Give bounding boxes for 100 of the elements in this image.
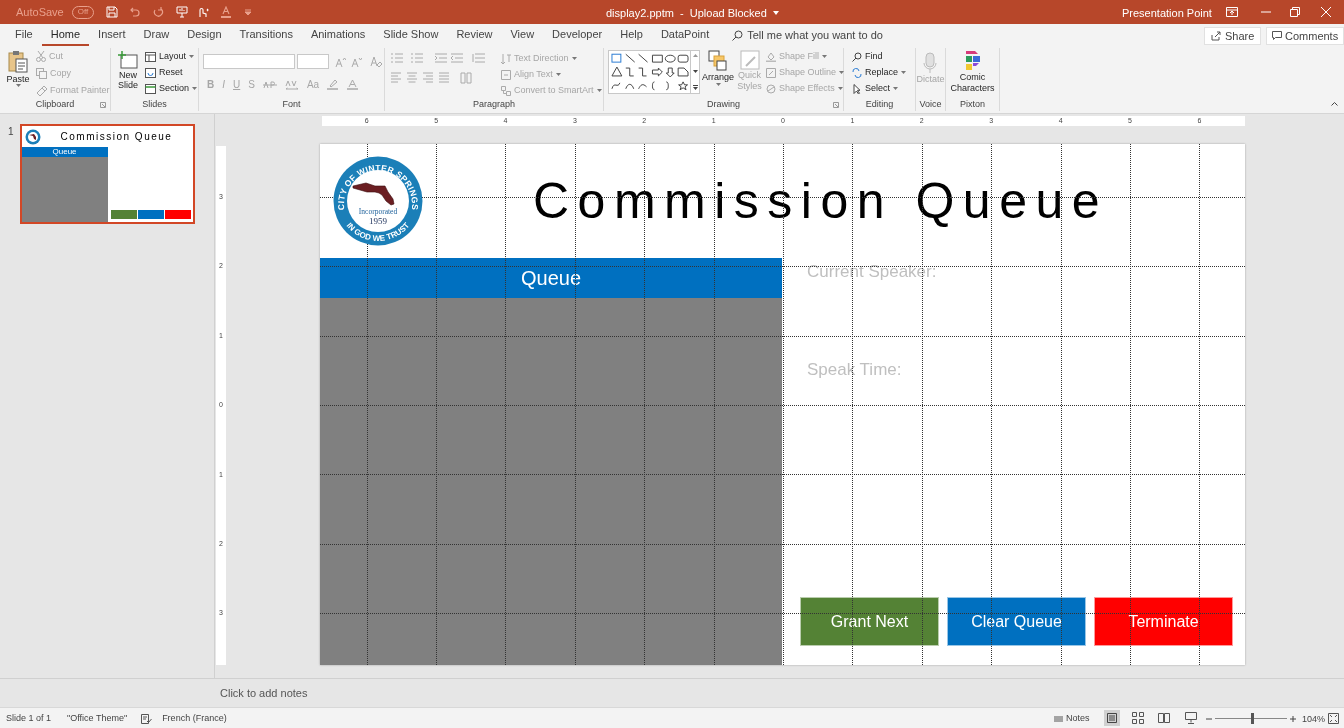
collapse-ribbon-icon[interactable] (1331, 101, 1338, 106)
ribbon-tab[interactable]: Developer (543, 24, 612, 46)
slide-count: Slide 1 of 1 (6, 711, 52, 725)
scissors-icon (36, 51, 46, 62)
quick-styles-icon (739, 50, 760, 70)
undo-icon[interactable] (128, 6, 141, 18)
comments-button[interactable]: Comments (1266, 27, 1344, 45)
customize-icon[interactable] (244, 8, 253, 16)
notes-placeholder[interactable]: Click to add notes (220, 684, 308, 702)
section-button[interactable]: Section (145, 82, 198, 95)
brush-icon (36, 85, 47, 96)
decrease-font-icon[interactable] (351, 56, 362, 67)
font-name-field[interactable] (203, 54, 295, 69)
slide-number: 1 (8, 125, 14, 139)
normal-view-icon[interactable] (1104, 710, 1120, 726)
reset-button[interactable]: Reset (145, 66, 198, 79)
strikethrough-icon[interactable] (262, 79, 277, 90)
restore-icon[interactable] (1290, 7, 1300, 17)
search-icon (852, 51, 862, 62)
slide-sorter-icon[interactable] (1132, 712, 1144, 724)
tell-me-field[interactable]: Tell me what you want to do (732, 26, 908, 44)
slide-action-button[interactable]: Grant Next (800, 597, 939, 646)
ribbon-tab[interactable]: View (501, 24, 544, 46)
layout-button[interactable]: Layout (145, 50, 198, 63)
slide-action-button[interactable]: Clear Queue (947, 597, 1086, 646)
find-button[interactable]: Find (852, 50, 915, 63)
ribbon-tab[interactable]: DataPoint (651, 24, 719, 46)
comic-characters-button[interactable]: Comic Characters (947, 50, 998, 99)
group-label: Editing (865, 98, 894, 112)
font-size-field[interactable] (297, 54, 329, 69)
autosave-label: AutoSave (16, 4, 64, 20)
dialog-launcher-icon[interactable] (100, 102, 106, 108)
zoom-out-icon[interactable] (1206, 716, 1212, 722)
presenter-icon[interactable] (176, 6, 189, 18)
redo-icon[interactable] (152, 6, 165, 18)
replace-button[interactable]: Replace (852, 66, 915, 79)
slide-thumbnail[interactable]: Commission Queue Queue (19, 124, 195, 224)
save-icon[interactable] (106, 6, 119, 18)
zoom-slider[interactable] (1215, 713, 1287, 724)
shapes-gallery[interactable] (608, 50, 700, 94)
arrange-button[interactable]: Arrange (703, 50, 733, 99)
ribbon-tab[interactable]: Transitions (230, 24, 302, 46)
effects-icon (766, 83, 776, 94)
thumbnail-header: Queue (21, 147, 108, 157)
search-icon (732, 29, 744, 41)
comment-icon (1272, 31, 1282, 41)
document-title[interactable]: display2.pptm - Upload Blocked (606, 5, 779, 22)
thumbnail-button (110, 210, 137, 219)
caret-icon (555, 73, 561, 76)
select-button[interactable]: Select (852, 82, 915, 95)
ribbon-tab[interactable]: Help (611, 24, 652, 46)
new-slide-button[interactable]: New Slide (115, 50, 141, 99)
caret-icon (839, 71, 845, 74)
more-icon[interactable] (692, 85, 698, 90)
reading-view-icon[interactable] (1158, 712, 1170, 724)
notes-icon (1054, 714, 1063, 724)
ribbon-tab[interactable]: Insert (89, 24, 135, 46)
user-name[interactable]: Presentation Point (1122, 5, 1212, 22)
replace-icon (852, 67, 862, 78)
slideshow-icon[interactable] (1185, 712, 1197, 724)
reset-icon (145, 67, 156, 78)
language[interactable]: French (France) (162, 711, 227, 726)
increase-font-icon[interactable] (335, 56, 346, 67)
ribbon-tab[interactable]: Animations (301, 24, 375, 46)
dialog-launcher-icon[interactable] (833, 102, 839, 108)
paint-bucket-icon (766, 51, 776, 62)
group-label: Voice (919, 98, 942, 112)
highlighter-icon[interactable] (327, 79, 340, 90)
caret-icon (192, 87, 198, 90)
slide-action-button[interactable]: Terminate (1094, 597, 1233, 646)
current-speaker-label: Current Speaker: (807, 261, 938, 283)
share-icon (1211, 31, 1221, 41)
copy-icon (36, 68, 47, 79)
clear-formatting-icon[interactable] (370, 56, 382, 67)
section-icon (145, 83, 156, 94)
ribbon-tab[interactable]: Draw (134, 24, 179, 46)
new-slide-icon (117, 50, 139, 70)
notes-button[interactable]: Notes (1054, 712, 1090, 726)
share-button[interactable]: Share (1204, 27, 1262, 45)
scroll-down-icon[interactable] (692, 69, 698, 73)
spelling-icon[interactable] (141, 713, 153, 724)
theme-name: "Office Theme" (67, 711, 128, 725)
ribbon-tab[interactable]: Design (178, 24, 231, 46)
close-icon[interactable] (1321, 7, 1331, 17)
zoom-slider-thumb[interactable] (1250, 713, 1254, 724)
ribbon-display-icon[interactable] (1226, 7, 1238, 17)
align-text-icon (501, 69, 511, 80)
zoom-in-icon[interactable] (1290, 716, 1296, 722)
touch-icon[interactable] (196, 6, 211, 18)
ribbon-tab[interactable]: File (6, 24, 42, 46)
scroll-up-icon[interactable] (692, 54, 698, 57)
character-spacing-icon[interactable] (284, 79, 299, 90)
font-color-icon[interactable] (347, 79, 360, 90)
ribbon-tab[interactable]: Slide Show (374, 24, 448, 46)
zoom-percent[interactable]: 104% (1302, 713, 1326, 727)
clipboard-icon (7, 50, 29, 74)
ribbon-tab[interactable]: Review (447, 24, 502, 46)
cursor-icon (852, 83, 862, 94)
fit-slide-icon[interactable] (1328, 713, 1339, 724)
paste-button[interactable]: Paste (4, 50, 32, 99)
